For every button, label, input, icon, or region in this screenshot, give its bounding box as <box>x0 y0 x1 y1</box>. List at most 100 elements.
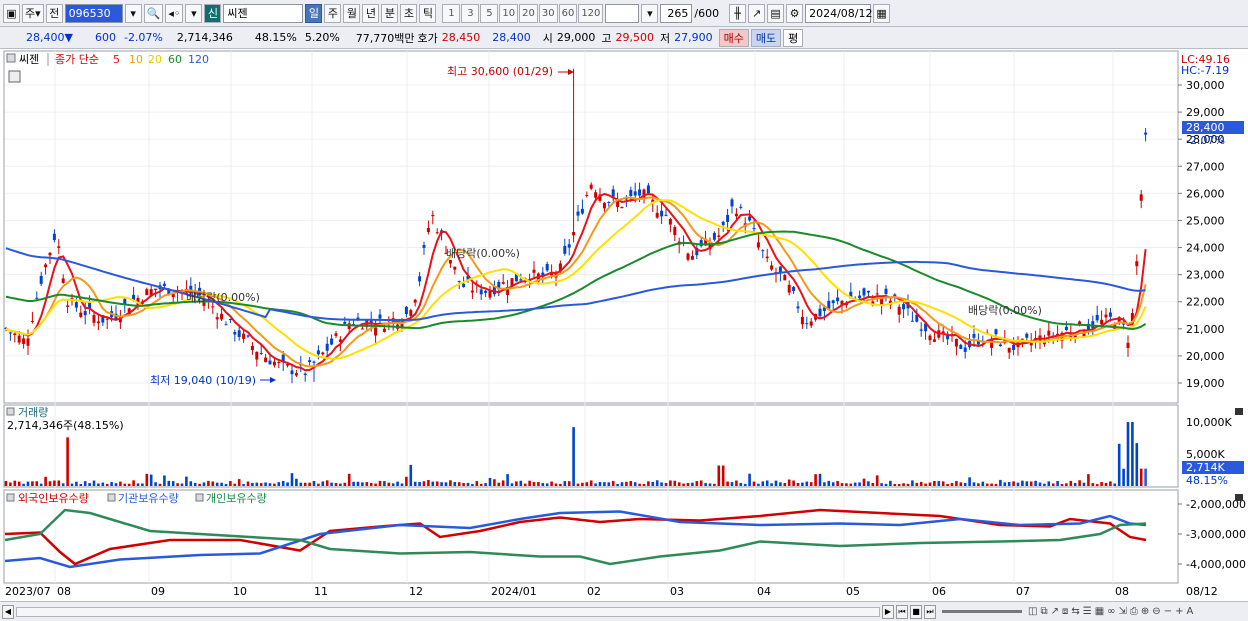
volume-bar-185 <box>818 473 822 486</box>
plus-icon[interactable]: + <box>1175 606 1183 617</box>
volume-menu-icon[interactable] <box>6 407 15 416</box>
candle-body-71 <box>316 350 320 355</box>
print-icon[interactable]: ⎙ <box>1130 606 1138 617</box>
candle-body-70 <box>312 361 316 363</box>
speaker-dropdown-icon[interactable]: ▾ <box>185 3 203 23</box>
sync-icon[interactable]: ⇆ <box>1071 606 1079 617</box>
period-tab-1[interactable]: 주 <box>324 3 342 23</box>
font-icon[interactable]: A <box>1186 606 1193 617</box>
layout-icon[interactable]: ◫ <box>1028 606 1037 617</box>
trend-icon[interactable]: ↗ <box>1051 606 1059 617</box>
interval-button-10[interactable]: 10 <box>499 3 519 23</box>
volume-bar-228 <box>1007 481 1011 486</box>
export-icon[interactable]: ⇲ <box>1119 606 1127 617</box>
rewind-icon[interactable]: ⏮ <box>896 604 908 619</box>
price-tick-label-8: 22,000 <box>1186 296 1225 309</box>
period-tab-2[interactable]: 월 <box>343 3 361 23</box>
table-icon[interactable]: ▦ <box>1095 606 1104 617</box>
candle-body-187 <box>827 300 831 309</box>
period-tab-6[interactable]: 틱 <box>419 3 437 23</box>
high-price: 29,500 <box>615 31 655 44</box>
volume-bar-194 <box>858 482 861 486</box>
x-label-3: 10 <box>233 585 247 598</box>
volume-bar-65 <box>290 473 294 486</box>
scroll-right-icon[interactable]: ▶ <box>882 604 894 619</box>
interval-button-5[interactable]: 5 <box>480 3 499 23</box>
volume-bar-158 <box>699 480 703 486</box>
volume-bar-154 <box>682 483 685 486</box>
gear-icon[interactable]: ⚙ <box>786 3 804 23</box>
volume-bar-253 <box>1117 443 1121 486</box>
panel-menu-icon[interactable] <box>6 53 16 63</box>
period-tab-4[interactable]: 분 <box>381 3 399 23</box>
buy-button[interactable]: 매수 <box>718 28 749 47</box>
period-tab-5[interactable]: 초 <box>400 3 418 23</box>
volume-bar-244 <box>1078 480 1081 486</box>
volume-bar-181 <box>801 482 804 486</box>
avg-button[interactable]: 평 <box>783 28 804 47</box>
interval-button-120[interactable]: 120 <box>578 3 604 23</box>
trade-amount: 77,770백만 <box>355 31 415 45</box>
candle-body-113 <box>501 282 505 284</box>
market-select[interactable]: 주 ▾ <box>22 3 44 23</box>
stock-chart[interactable]: 30,00029,00028,00027,00026,00025,00024,0… <box>0 50 1248 601</box>
link-icon[interactable]: ∞ <box>1107 606 1115 617</box>
volume-bar-14 <box>66 437 69 486</box>
scroll-left-icon[interactable]: ◀ <box>2 604 14 619</box>
candle-body-170 <box>752 228 756 230</box>
fast-forward-icon[interactable]: ⏭ <box>924 604 936 619</box>
interval-button-1[interactable]: 1 <box>442 3 461 23</box>
interval-button-3[interactable]: 3 <box>461 3 480 23</box>
code-dropdown-icon[interactable]: ▾ <box>124 3 142 23</box>
grid-table-icon[interactable] <box>8 70 21 83</box>
calendar-icon[interactable]: ▦ <box>873 3 891 23</box>
speaker-icon[interactable]: ◂◦ <box>165 3 184 23</box>
interval-custom-input[interactable] <box>605 3 640 23</box>
zoom-in-icon[interactable]: ⊕ <box>1141 606 1149 617</box>
volume-bar-47 <box>211 481 215 486</box>
minus-icon[interactable]: − <box>1164 606 1172 617</box>
candle-body-12 <box>57 246 61 248</box>
interval-button-30[interactable]: 30 <box>538 3 558 23</box>
split-icon[interactable]: ⧈ <box>1062 606 1068 617</box>
save-icon[interactable]: ▤ <box>767 3 785 23</box>
holding-close-icon[interactable] <box>1235 494 1243 501</box>
volume-bar-147 <box>651 481 655 486</box>
draw-tool-icon[interactable]: ↗ <box>748 3 766 23</box>
zoom-slider[interactable] <box>942 610 1022 613</box>
volume-bar-43 <box>193 482 197 486</box>
zoom-out-icon[interactable]: ⊖ <box>1152 606 1160 617</box>
volume-bar-68 <box>303 482 307 486</box>
volume-bar-188 <box>831 482 835 486</box>
copy-icon[interactable]: ⧉ <box>1040 606 1047 617</box>
period-tab-0[interactable]: 일 <box>305 3 323 23</box>
interval-button-20[interactable]: 20 <box>519 3 538 23</box>
count-input[interactable]: 265 <box>660 3 693 23</box>
search-icon[interactable]: 🔍 <box>143 3 164 23</box>
volume-close-icon[interactable] <box>1235 408 1243 415</box>
window-menu-icon[interactable]: ▣ <box>3 3 20 23</box>
stock-code-input[interactable]: 096530 <box>64 3 123 23</box>
volume-bar-20 <box>92 480 96 486</box>
interval-dropdown-icon[interactable]: ▾ <box>641 3 659 23</box>
volume-bar-190 <box>840 483 844 486</box>
volume-bar-227 <box>1003 482 1007 486</box>
list-icon[interactable]: ☰ <box>1083 606 1092 617</box>
candle-type-icon[interactable]: ╫ <box>729 3 747 23</box>
price-tick-label-6: 24,000 <box>1186 242 1225 255</box>
stock-name-field[interactable]: 씨젠 <box>223 3 304 23</box>
volume-bar-177 <box>783 482 787 486</box>
horizontal-scrollbar[interactable] <box>16 606 880 617</box>
interval-button-60[interactable]: 60 <box>558 3 578 23</box>
candle-body-93 <box>413 299 417 303</box>
candle-body-232 <box>1025 333 1029 338</box>
sell-button[interactable]: 매도 <box>750 28 782 47</box>
volume-bar-77 <box>343 482 347 486</box>
stop-icon[interactable]: ■ <box>910 604 922 619</box>
period-tab-3[interactable]: 년 <box>362 3 380 23</box>
prev-button[interactable]: 전 <box>45 3 63 23</box>
holding-menu-icon[interactable] <box>6 493 15 502</box>
individual-holding-legend: 개인보유수량 <box>206 492 267 505</box>
candle-body-195 <box>862 288 866 296</box>
date-input[interactable]: 2024/08/12 <box>805 3 873 23</box>
